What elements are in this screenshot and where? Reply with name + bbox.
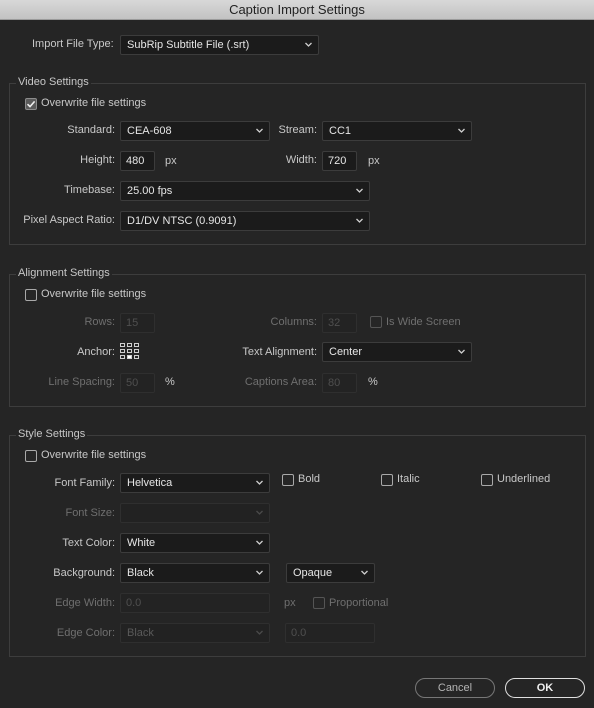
anchor-label: Anchor: [77, 346, 115, 358]
width-unit: px [368, 155, 380, 167]
chevron-down-icon [356, 188, 363, 193]
background-opacity-value: Opaque [293, 567, 333, 579]
edge-color-value: Black [127, 627, 154, 639]
standard-label: Standard: [67, 124, 115, 136]
stream-label: Stream: [278, 124, 317, 136]
chevron-down-icon [356, 218, 363, 223]
height-label: Height: [80, 154, 115, 166]
line-spacing-input[interactable]: 50 [120, 373, 155, 393]
video-overwrite-checkbox[interactable] [25, 98, 37, 110]
font-family-label: Font Family: [54, 477, 115, 489]
stream-select[interactable]: CC1 [322, 121, 472, 141]
style-overwrite-label: Overwrite file settings [41, 449, 147, 461]
text-alignment-select[interactable]: Center [322, 342, 472, 362]
chevron-down-icon [458, 128, 465, 133]
video-settings-title: Video Settings [16, 76, 91, 88]
proportional-checkbox[interactable] [313, 597, 325, 609]
checkmark-icon [26, 100, 36, 108]
video-overwrite-label: Overwrite file settings [41, 97, 147, 109]
underlined-checkbox[interactable] [481, 474, 493, 486]
alignment-settings-title: Alignment Settings [16, 267, 112, 279]
columns-label: Columns: [270, 316, 317, 328]
import-file-type-select[interactable]: SubRip Subtitle File (.srt) [120, 35, 319, 55]
chevron-down-icon [256, 540, 263, 545]
window-title: Caption Import Settings [229, 2, 365, 17]
timebase-select[interactable]: 25.00 fps [120, 181, 370, 201]
line-spacing-unit: % [165, 376, 175, 388]
style-overwrite-checkbox[interactable] [25, 450, 37, 462]
rows-label: Rows: [84, 316, 115, 328]
chevron-down-icon [256, 510, 263, 515]
stream-value: CC1 [329, 125, 352, 137]
width-input[interactable]: 720 [322, 151, 357, 171]
style-settings-title: Style Settings [16, 428, 88, 440]
bold-label: Bold [298, 473, 321, 485]
italic-label: Italic [397, 473, 420, 485]
chevron-down-icon [458, 349, 465, 354]
cancel-button[interactable]: Cancel [415, 678, 495, 698]
chevron-down-icon [256, 570, 263, 575]
height-input[interactable]: 480 [120, 151, 155, 171]
font-family-select[interactable]: Helvetica [120, 473, 270, 493]
background-label: Background: [53, 567, 115, 579]
edge-color-select[interactable]: Black [120, 623, 270, 643]
edge-width-label: Edge Width: [55, 597, 115, 609]
edge-width-input[interactable]: 0.0 [120, 593, 270, 613]
captions-area-unit: % [368, 376, 378, 388]
alignment-overwrite-label: Overwrite file settings [41, 288, 147, 300]
background-value: Black [127, 567, 154, 579]
import-file-type-value: SubRip Subtitle File (.srt) [127, 39, 250, 51]
text-color-value: White [127, 537, 156, 549]
pixel-aspect-ratio-label: Pixel Aspect Ratio: [23, 214, 115, 226]
text-color-select[interactable]: White [120, 533, 270, 553]
rows-input[interactable]: 15 [120, 313, 155, 333]
italic-checkbox[interactable] [381, 474, 393, 486]
widescreen-label: Is Wide Screen [386, 316, 461, 328]
bold-checkbox[interactable] [282, 474, 294, 486]
line-spacing-label: Line Spacing: [48, 376, 115, 388]
timebase-label: Timebase: [64, 184, 115, 196]
background-select[interactable]: Black [120, 563, 270, 583]
ok-button[interactable]: OK [505, 678, 585, 698]
pixel-aspect-ratio-select[interactable]: D1/DV NTSC (0.9091) [120, 211, 370, 231]
edge-color-label: Edge Color: [56, 627, 115, 639]
background-opacity-select[interactable]: Opaque [286, 563, 375, 583]
alignment-overwrite-checkbox[interactable] [25, 289, 37, 301]
proportional-label: Proportional [329, 597, 389, 609]
chevron-down-icon [256, 630, 263, 635]
chevron-down-icon [305, 42, 312, 47]
width-label: Width: [285, 154, 317, 166]
columns-input[interactable]: 32 [322, 313, 357, 333]
anchor-grid-icon[interactable] [120, 343, 140, 360]
underlined-label: Underlined [497, 473, 551, 485]
height-unit: px [165, 155, 177, 167]
captions-area-label: Captions Area: [244, 376, 317, 388]
widescreen-checkbox[interactable] [370, 316, 382, 328]
import-file-type-label: Import File Type: [32, 38, 114, 50]
timebase-value: 25.00 fps [127, 185, 173, 197]
font-size-select[interactable] [120, 503, 270, 523]
font-size-label: Font Size: [65, 507, 115, 519]
edge-extra-input[interactable]: 0.0 [285, 623, 375, 643]
font-family-value: Helvetica [127, 477, 173, 489]
text-alignment-value: Center [329, 346, 363, 358]
standard-value: CEA-608 [127, 125, 172, 137]
text-alignment-label: Text Alignment: [242, 346, 317, 358]
edge-width-unit: px [284, 597, 296, 609]
window-titlebar: Caption Import Settings [0, 0, 594, 20]
chevron-down-icon [256, 480, 263, 485]
captions-area-input[interactable]: 80 [322, 373, 357, 393]
text-color-label: Text Color: [62, 537, 115, 549]
chevron-down-icon [361, 570, 368, 575]
pixel-aspect-ratio-value: D1/DV NTSC (0.9091) [127, 215, 237, 227]
standard-select[interactable]: CEA-608 [120, 121, 270, 141]
